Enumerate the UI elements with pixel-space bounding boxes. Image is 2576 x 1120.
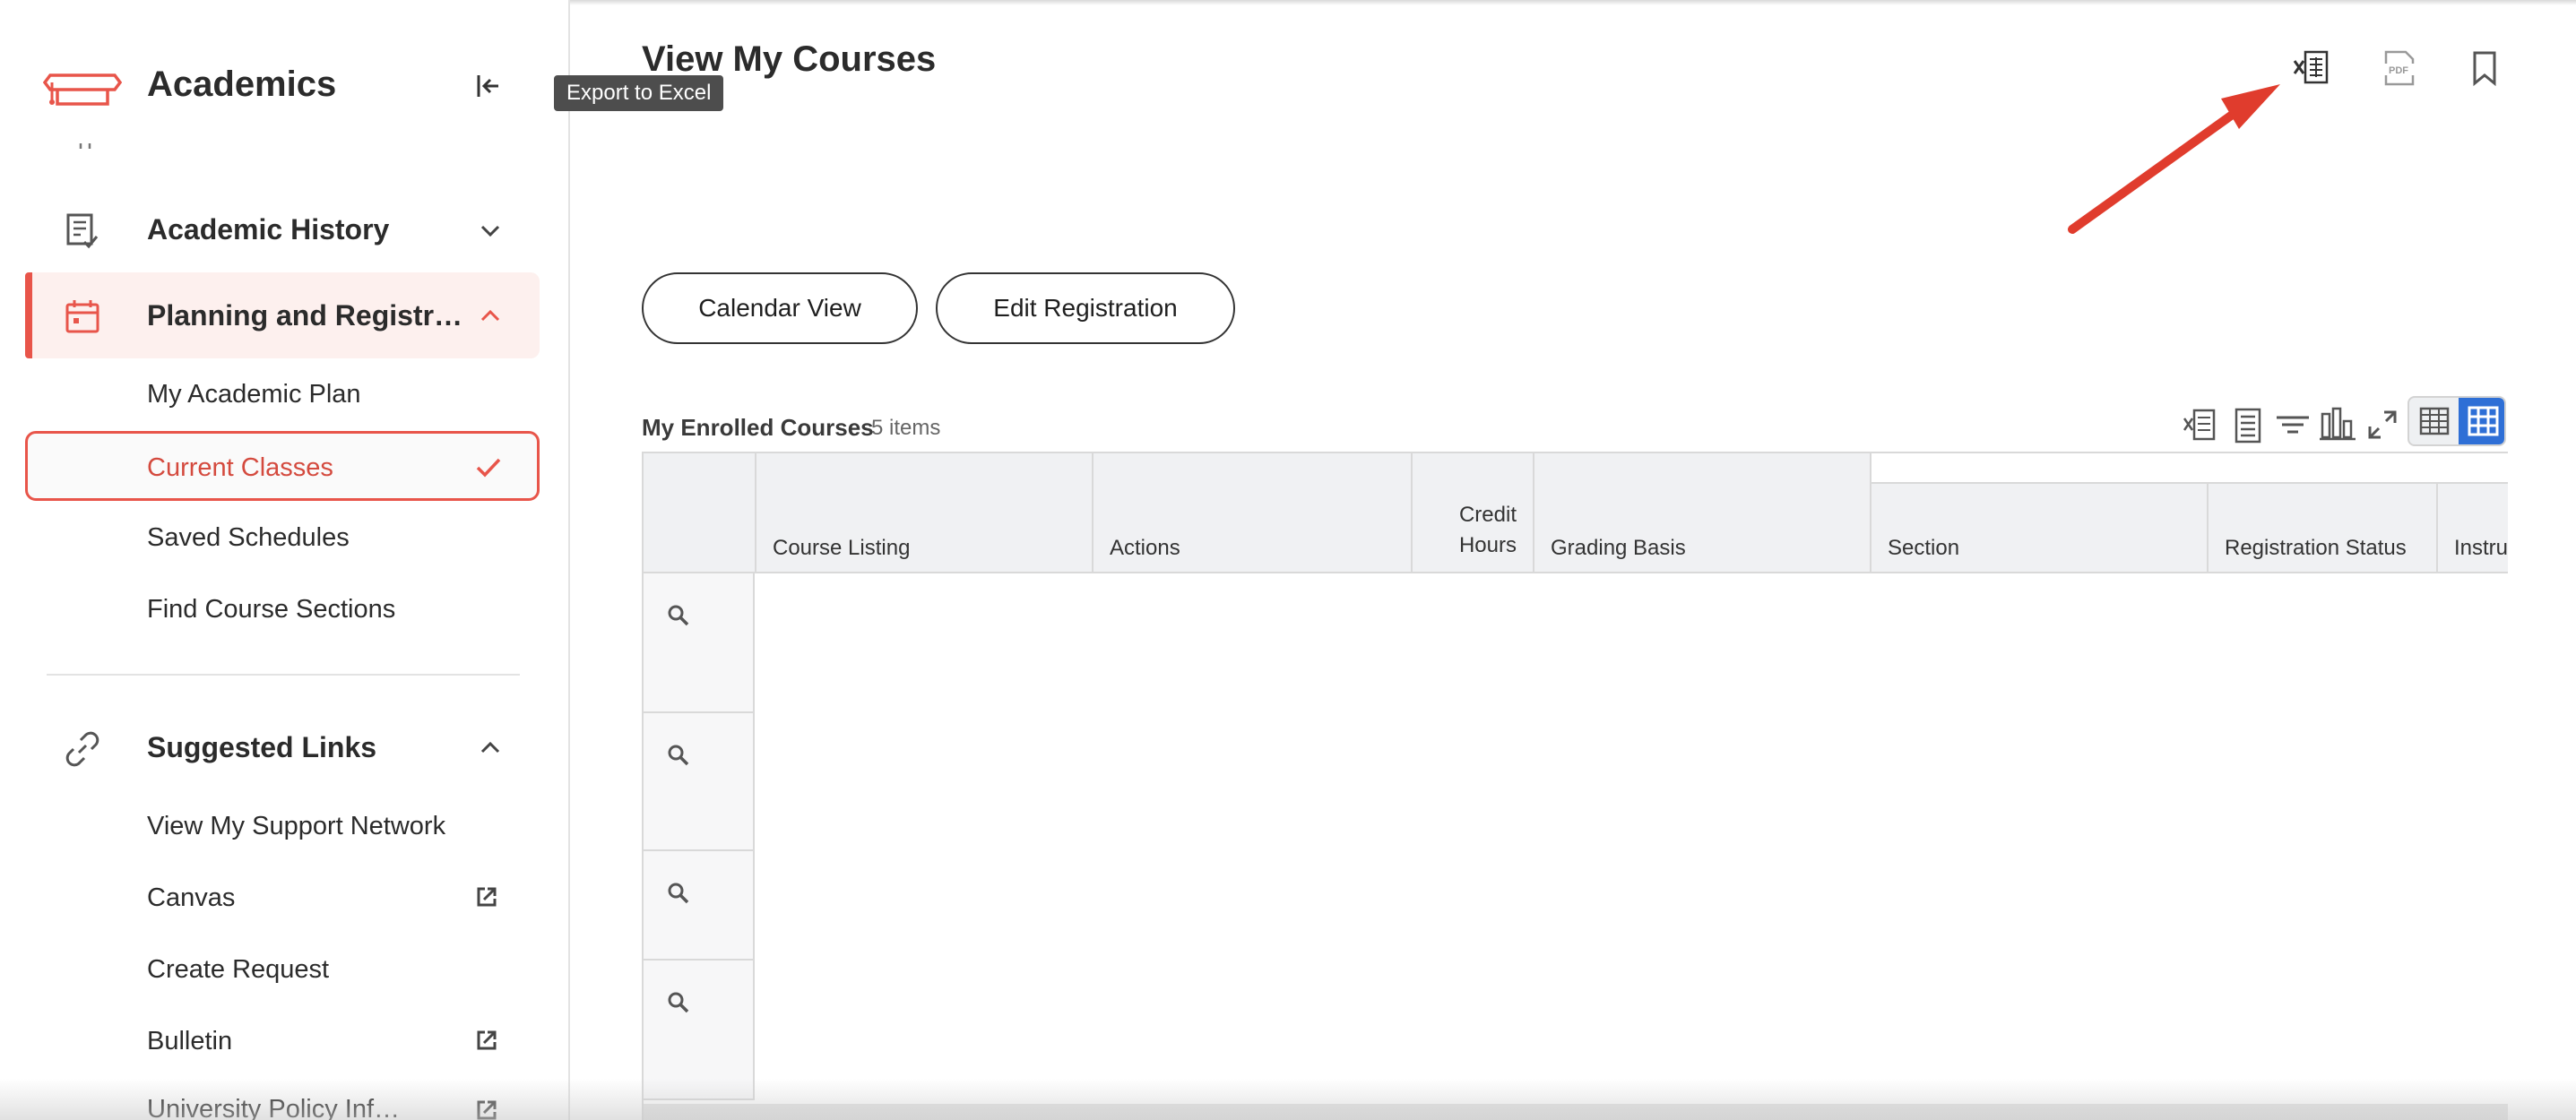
sidebar-subitem-label: Current Classes (147, 453, 333, 482)
export-tooltip: Export to Excel (554, 75, 724, 111)
sidebar-item-academic-history[interactable]: Academic History (25, 186, 540, 272)
sidebar-link-university-policy[interactable]: University Policy Inf… (147, 1095, 400, 1120)
svg-text:PDF: PDF (2389, 65, 2408, 76)
enrolled-courses-table: Course Listing Actions Credit Hours Grad… (642, 452, 2508, 1120)
sidebar-item-label: Planning and Registr… (147, 299, 463, 332)
table-row[interactable] (644, 573, 755, 713)
magnifier-icon[interactable] (667, 604, 690, 627)
external-link-icon (477, 1100, 497, 1120)
sidebar: Academics Academic History Planning and … (0, 0, 570, 1120)
column-header-registration-status[interactable]: Registration Status (2207, 484, 2436, 573)
excel-export-icon[interactable] (2293, 48, 2332, 88)
page-title: View My Courses (642, 39, 937, 79)
column-header-section[interactable]: Section (1870, 484, 2207, 573)
column-header-credit-hours[interactable]: Credit Hours (1411, 453, 1533, 573)
sidebar-subitem-my-academic-plan[interactable]: My Academic Plan (147, 380, 361, 409)
grid-item-count: 5 items (871, 416, 941, 440)
link-icon (65, 731, 99, 767)
sidebar-subitem-find-course-sections[interactable]: Find Course Sections (147, 595, 395, 625)
app-window: Academics Academic History Planning and … (0, 0, 2576, 1120)
sidebar-subitem-current-classes[interactable]: Current Classes (25, 431, 540, 501)
sidebar-divider (47, 674, 520, 676)
row-header-column (644, 453, 755, 573)
grid-title: My Enrolled Courses (642, 414, 874, 441)
view-toggle (2407, 396, 2506, 446)
sidebar-title: Academics (147, 65, 337, 104)
sidebar-item-suggested-links[interactable]: Suggested Links (25, 704, 540, 790)
column-header-instructor[interactable]: Instru (2436, 484, 2508, 573)
grid-view-icon[interactable] (2459, 398, 2506, 444)
chevron-up-icon (480, 309, 500, 322)
filter-icon[interactable] (2273, 405, 2312, 444)
sidebar-link-view-my-support-network[interactable]: View My Support Network (147, 812, 445, 841)
sidebar-link-canvas[interactable]: Canvas (147, 883, 235, 913)
column-group-header (1870, 453, 2508, 484)
list-view-icon[interactable] (2228, 405, 2268, 444)
magnifier-icon[interactable] (667, 991, 690, 1014)
sidebar-link-create-request[interactable]: Create Request (147, 955, 329, 985)
fullscreen-icon[interactable] (2363, 405, 2402, 444)
excel-icon[interactable] (2182, 405, 2221, 444)
table-row[interactable] (644, 961, 755, 1100)
checkmark-icon (476, 458, 501, 478)
calendar-view-button[interactable]: Calendar View (642, 272, 918, 344)
table-row[interactable] (644, 851, 755, 961)
table-view-icon[interactable] (2409, 398, 2459, 444)
bookmark-icon[interactable] (2465, 48, 2504, 88)
mortarboard-logo-icon (43, 73, 122, 106)
chart-icon[interactable] (2318, 405, 2357, 444)
sidebar-item-label: Suggested Links (147, 731, 377, 763)
sidebar-subitem-saved-schedules[interactable]: Saved Schedules (147, 523, 350, 553)
annotation-arrow (2068, 84, 2280, 234)
chevron-up-icon (480, 741, 500, 754)
edit-registration-button[interactable]: Edit Registration (936, 272, 1235, 344)
magnifier-icon[interactable] (667, 744, 690, 767)
column-header-actions[interactable]: Actions (1092, 453, 1411, 573)
table-header: Course Listing Actions Credit Hours Grad… (644, 452, 2508, 573)
external-link-icon (477, 887, 497, 907)
partial-icon (79, 143, 91, 149)
chevron-down-icon (480, 225, 500, 237)
document-check-icon (66, 213, 99, 249)
sidebar-link-bulletin[interactable]: Bulletin (147, 1027, 232, 1056)
pdf-export-icon[interactable]: PDF (2379, 48, 2418, 88)
sidebar-item-label: Academic History (147, 213, 390, 246)
external-link-icon (477, 1030, 497, 1050)
sidebar-item-planning-registration[interactable]: Planning and Registr… (25, 272, 540, 358)
table-row[interactable] (644, 713, 755, 851)
table-row (644, 1104, 2508, 1120)
column-header-course-listing[interactable]: Course Listing (755, 453, 1092, 573)
collapse-sidebar-icon[interactable] (470, 68, 506, 104)
calendar-icon (65, 300, 99, 333)
magnifier-icon[interactable] (667, 882, 690, 905)
column-header-grading-basis[interactable]: Grading Basis (1533, 453, 1870, 573)
